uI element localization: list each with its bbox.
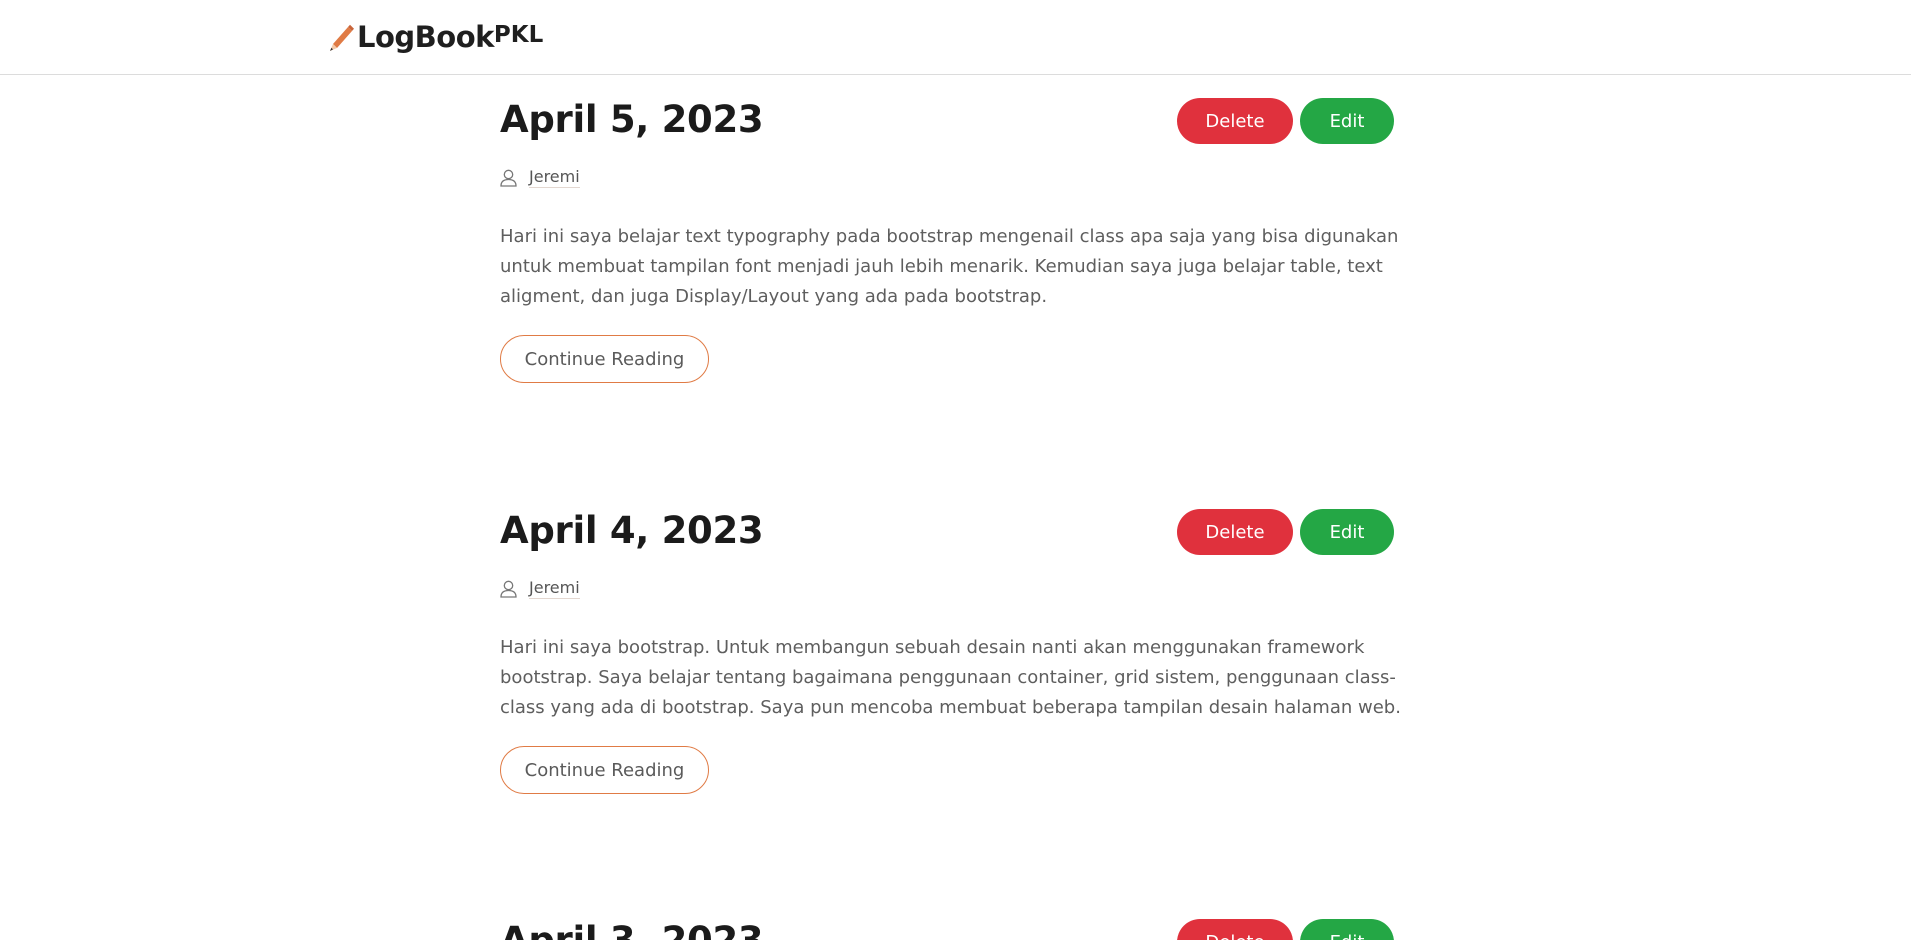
edit-button[interactable]: Edit [1300,509,1394,555]
delete-button[interactable]: Delete [1177,509,1293,555]
edit-button[interactable]: Edit [1300,98,1394,144]
logo-subtext: PKL [493,22,544,48]
post-meta: Jeremi [500,167,580,188]
pencil-icon [330,24,354,51]
post-list: April 5, 2023 Delete Edit Jeremi Hari in… [0,0,1911,940]
delete-button[interactable]: Delete [1177,98,1293,144]
user-icon [500,580,517,598]
continue-reading-button[interactable]: Continue Reading [500,335,709,383]
post-excerpt: Hari ini saya belajar text typography pa… [500,226,1399,307]
logo-text: LogBook [357,20,494,54]
post-author-link[interactable]: Jeremi [529,578,580,599]
delete-button[interactable]: Delete [1177,919,1293,940]
post-actions: Delete Edit [1177,509,1394,555]
post-author-link[interactable]: Jeremi [529,167,580,188]
site-logo[interactable]: LogBook PKL [327,20,543,54]
post-excerpt: Hari ini saya bootstrap. Untuk membangun… [500,637,1401,718]
post-date-title[interactable]: April 4, 2023 [500,509,764,552]
post-meta: Jeremi [500,578,580,599]
post-date-title[interactable]: April 5, 2023 [500,98,764,141]
post-actions: Delete Edit [1177,98,1394,144]
post-date-title[interactable]: April 3, 2023 [500,919,764,940]
edit-button[interactable]: Edit [1300,919,1394,940]
site-header: LogBook PKL [0,0,1911,75]
continue-reading-button[interactable]: Continue Reading [500,746,709,794]
post-actions: Delete Edit [1177,919,1394,940]
user-icon [500,169,517,187]
